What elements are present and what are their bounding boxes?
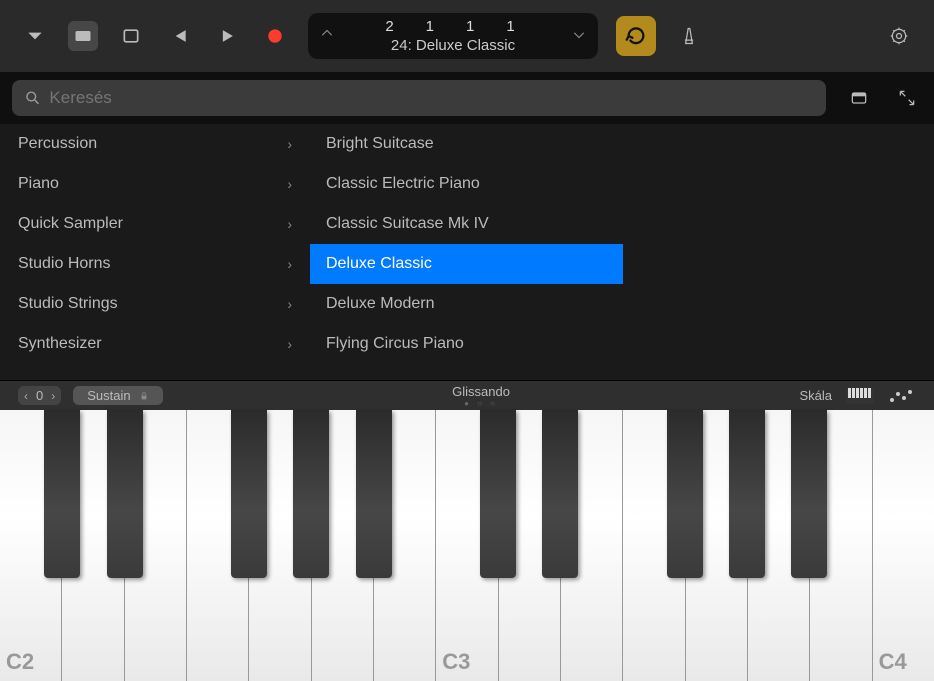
chevron-right-icon: › [287, 296, 292, 312]
octave-nav: ‹ 0 › [18, 386, 61, 405]
keyboard-mode-display[interactable]: Glissando ● ○ ○ [175, 384, 788, 408]
instrument-label: Classic Suitcase Mk IV [326, 215, 489, 233]
instrument-row-selected[interactable]: Deluxe Classic [310, 244, 623, 284]
category-row[interactable]: Studio Strings › [0, 284, 310, 324]
black-key[interactable] [480, 410, 516, 578]
sound-browser: Percussion › Piano › Quick Sampler › Studio… [0, 124, 934, 380]
chevron-right-icon: › [287, 336, 292, 352]
instrument-label: Flying Circus Piano [326, 335, 464, 353]
instrument-label: Classic Electric Piano [326, 175, 480, 193]
position-counter: 2 1 1 1 [334, 18, 572, 35]
go-to-start-button[interactable] [164, 21, 194, 51]
transport-bar: 2 1 1 1 24: Deluxe Classic [0, 0, 934, 72]
mode-label: Glissando [175, 384, 788, 399]
octave-value: 0 [36, 388, 43, 403]
category-row[interactable]: Quick Sampler › [0, 204, 310, 244]
record-button[interactable] [260, 21, 290, 51]
search-input[interactable] [49, 88, 814, 108]
search-row [0, 72, 934, 124]
prev-track-button[interactable] [320, 27, 334, 46]
sustain-label: Sustain [87, 388, 130, 403]
key-label: C3 [442, 649, 470, 675]
view-toggle-button[interactable] [844, 83, 874, 113]
black-key[interactable] [791, 410, 827, 578]
keyboard-toolbar: ‹ 0 › Sustain Glissando ● ○ ○ Skála [0, 380, 934, 410]
chevron-right-icon: › [287, 256, 292, 272]
window-button[interactable] [116, 21, 146, 51]
instrument-row[interactable]: Classic Electric Piano [310, 164, 623, 204]
lcd-display[interactable]: 2 1 1 1 24: Deluxe Classic [308, 13, 598, 59]
key-label: C4 [879, 649, 907, 675]
keyboard-right-controls: Skála [799, 388, 916, 404]
category-row[interactable]: Synthesizer › [0, 324, 310, 364]
black-key[interactable] [293, 410, 329, 578]
sustain-toggle[interactable]: Sustain [73, 386, 162, 405]
category-row[interactable]: Percussion › [0, 124, 310, 164]
lock-icon [139, 390, 149, 402]
scale-button[interactable]: Skála [799, 388, 832, 403]
black-key[interactable] [44, 410, 80, 578]
counter-tick: 1 [506, 18, 520, 35]
search-icon [24, 89, 41, 107]
black-key[interactable] [231, 410, 267, 578]
white-key-c4[interactable]: C4 [873, 410, 934, 681]
category-label: Synthesizer [18, 335, 102, 353]
page-dots: ● ○ ○ [175, 399, 788, 408]
octave-up-button[interactable]: › [51, 389, 55, 403]
category-label: Studio Horns [18, 255, 111, 273]
arpeggiator-icon[interactable] [888, 388, 916, 404]
black-key[interactable] [107, 410, 143, 578]
category-label: Percussion [18, 135, 97, 153]
black-key[interactable] [667, 410, 703, 578]
octave-down-button[interactable]: ‹ [24, 389, 28, 403]
library-button[interactable] [68, 21, 98, 51]
black-key[interactable] [729, 410, 765, 578]
cycle-button[interactable] [616, 16, 656, 56]
piano-keyboard[interactable]: C2 C3 C4 [0, 410, 934, 681]
category-label: Piano [18, 175, 59, 193]
settings-button[interactable] [884, 21, 914, 51]
chevron-right-icon: › [287, 136, 292, 152]
counter-beat: 1 [426, 18, 440, 35]
black-key[interactable] [356, 410, 392, 578]
keyboard-view-icon[interactable] [846, 388, 874, 404]
metronome-button[interactable] [674, 21, 704, 51]
category-label: Studio Strings [18, 295, 118, 313]
instrument-row[interactable]: Flying Circus Piano [310, 324, 623, 364]
instrument-row[interactable]: Bright Suitcase [310, 124, 623, 164]
key-label: C2 [6, 649, 34, 675]
browser-empty-column [623, 124, 934, 380]
track-name-display: 24: Deluxe Classic [334, 37, 572, 54]
category-label: Quick Sampler [18, 215, 123, 233]
next-track-button[interactable] [572, 27, 586, 46]
counter-div: 1 [466, 18, 480, 35]
instrument-label: Deluxe Modern [326, 295, 435, 313]
category-row[interactable]: Studio Horns › [0, 244, 310, 284]
black-key[interactable] [542, 410, 578, 578]
search-box[interactable] [12, 80, 826, 116]
menu-chevron-down-icon[interactable] [20, 21, 50, 51]
play-button[interactable] [212, 21, 242, 51]
fullscreen-button[interactable] [892, 83, 922, 113]
chevron-right-icon: › [287, 176, 292, 192]
category-row[interactable]: Piano › [0, 164, 310, 204]
counter-bar: 2 [385, 18, 399, 35]
lcd-center: 2 1 1 1 24: Deluxe Classic [334, 18, 572, 54]
category-column: Percussion › Piano › Quick Sampler › Studio… [0, 124, 310, 380]
instrument-column: Bright Suitcase Classic Electric Piano C… [310, 124, 623, 380]
instrument-label: Deluxe Classic [326, 255, 432, 273]
instrument-row[interactable]: Deluxe Modern [310, 284, 623, 324]
chevron-right-icon: › [287, 216, 292, 232]
instrument-row[interactable]: Classic Suitcase Mk IV [310, 204, 623, 244]
instrument-label: Bright Suitcase [326, 135, 434, 153]
